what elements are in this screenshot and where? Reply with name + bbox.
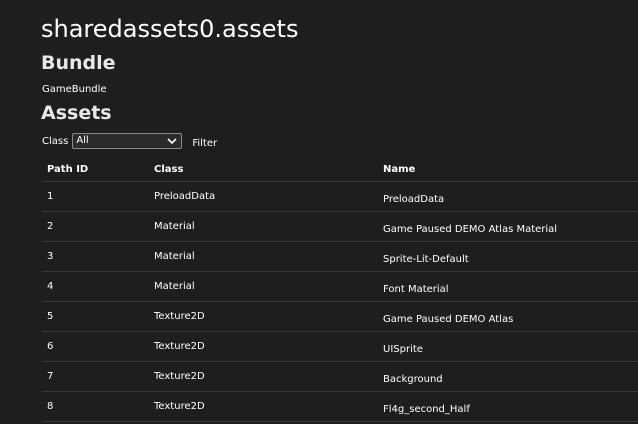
table-header-row: Path ID Class Name — [42, 156, 638, 182]
cell-path-id: 6 — [47, 341, 54, 352]
cell-name: Game Paused DEMO Atlas Material — [383, 224, 558, 235]
table-row[interactable]: 1 PreloadData PreloadData — [42, 182, 638, 212]
cell-name: Font Material — [383, 284, 449, 295]
chevron-down-icon — [167, 138, 177, 145]
filter-bar: Class All Filter — [42, 132, 217, 150]
cell-path-id: 3 — [47, 251, 54, 262]
column-header-class[interactable]: Class — [154, 164, 183, 175]
cell-name: Background — [383, 374, 443, 385]
cell-class: Texture2D — [154, 341, 205, 352]
cell-class: Material — [154, 221, 195, 232]
class-filter-select[interactable]: All — [72, 133, 183, 149]
cell-name: Sprite-Lit-Default — [383, 254, 469, 265]
table-row[interactable]: 8 Texture2D Fl4g_second_Half — [42, 392, 638, 422]
cell-path-id: 1 — [47, 191, 54, 202]
cell-class: Texture2D — [154, 401, 205, 412]
cell-class: PreloadData — [154, 191, 216, 202]
bundle-name: GameBundle — [42, 84, 107, 95]
cell-path-id: 5 — [47, 311, 54, 322]
cell-name: UISprite — [383, 344, 423, 355]
cell-class: Material — [154, 281, 195, 292]
assets-table: Path ID Class Name 1 PreloadData Preload… — [42, 156, 638, 422]
table-row[interactable]: 3 Material Sprite-Lit-Default — [42, 242, 638, 272]
cell-path-id: 4 — [47, 281, 54, 292]
class-filter-value: All — [76, 135, 89, 146]
column-header-path-id[interactable]: Path ID — [47, 164, 88, 175]
assets-heading: Assets — [41, 102, 112, 124]
table-row[interactable]: 6 Texture2D UISprite — [42, 332, 638, 362]
table-row[interactable]: 4 Material Font Material — [42, 272, 638, 302]
class-filter-label: Class — [42, 135, 69, 147]
cell-path-id: 8 — [47, 401, 54, 412]
table-row[interactable]: 7 Texture2D Background — [42, 362, 638, 392]
table-row[interactable]: 5 Texture2D Game Paused DEMO Atlas — [42, 302, 638, 332]
column-header-name[interactable]: Name — [383, 164, 415, 175]
cell-class: Texture2D — [154, 371, 205, 382]
cell-name: Fl4g_second_Half — [383, 404, 470, 415]
cell-name: PreloadData — [383, 194, 445, 205]
filter-button[interactable]: Filter — [192, 138, 217, 149]
table-row[interactable]: 2 Material Game Paused DEMO Atlas Materi… — [42, 212, 638, 242]
cell-class: Texture2D — [154, 311, 205, 322]
cell-path-id: 2 — [47, 221, 54, 232]
cell-path-id: 7 — [47, 371, 54, 382]
asset-viewer-page: sharedassets0.assets Bundle GameBundle A… — [0, 0, 638, 424]
cell-name: Game Paused DEMO Atlas — [383, 314, 514, 325]
bundle-heading: Bundle — [41, 52, 116, 74]
page-title: sharedassets0.assets — [41, 15, 299, 43]
cell-class: Material — [154, 251, 195, 262]
